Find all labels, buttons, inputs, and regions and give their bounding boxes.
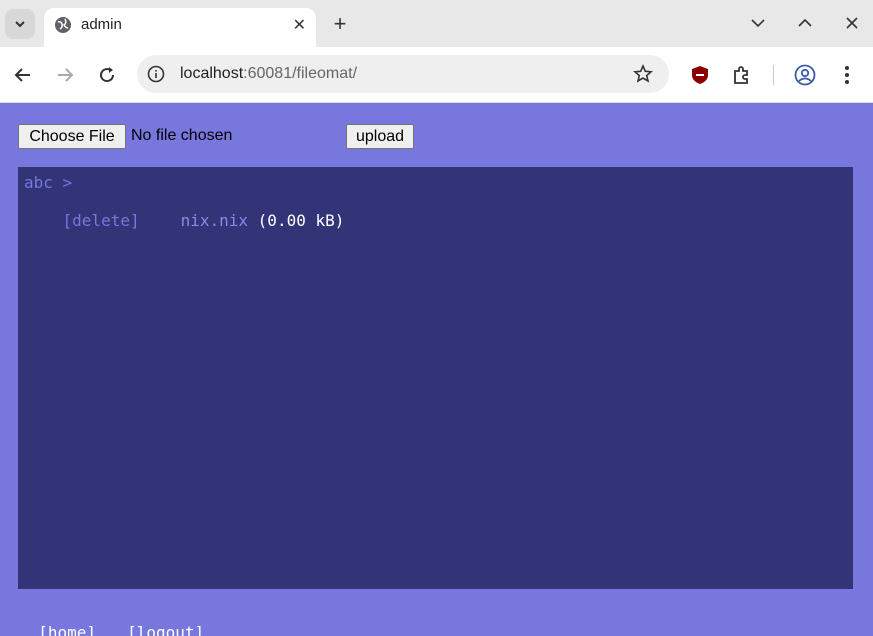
info-icon[interactable] <box>147 65 165 83</box>
close-icon[interactable]: ✕ <box>293 15 306 35</box>
logout-link[interactable]: [logout] <box>127 623 204 636</box>
url-text: localhost:60081/fileomat/ <box>180 65 358 82</box>
profile-icon[interactable] <box>794 64 816 86</box>
reload-icon[interactable] <box>95 63 119 87</box>
forward-icon[interactable] <box>53 63 77 87</box>
upload-button[interactable]: upload <box>346 124 414 149</box>
file-listing-panel: abc > [delete] nix.nix (0.00 kB) <box>18 167 853 589</box>
globe-icon <box>55 17 71 33</box>
tab-bar: admin ✕ + <box>0 0 873 47</box>
file-size: (0.00 kB) <box>257 211 345 230</box>
delete-link[interactable]: [delete] <box>63 211 140 230</box>
choose-file-button[interactable]: Choose File <box>18 124 126 149</box>
browser-toolbar: localhost:60081/fileomat/ <box>0 47 873 103</box>
file-status-text: No file chosen <box>131 127 233 144</box>
tab-search-button[interactable] <box>5 9 35 39</box>
close-window-icon[interactable] <box>840 11 864 35</box>
toolbar-divider <box>773 65 774 85</box>
star-icon[interactable] <box>633 64 653 84</box>
shield-extension-icon[interactable] <box>689 64 711 86</box>
menu-icon[interactable] <box>836 64 858 86</box>
list-item: [delete] nix.nix (0.00 kB) <box>24 192 345 249</box>
chevron-down-icon <box>15 21 25 28</box>
browser-tab[interactable]: admin ✕ <box>44 8 316 47</box>
home-link[interactable]: [home] <box>38 623 96 636</box>
address-bar[interactable]: localhost:60081/fileomat/ <box>137 55 669 93</box>
tab-title: admin <box>81 16 122 33</box>
minimize-icon[interactable] <box>746 11 770 35</box>
restore-icon[interactable] <box>793 11 817 35</box>
puzzle-icon[interactable] <box>731 64 753 86</box>
file-link[interactable]: nix.nix <box>181 211 248 230</box>
breadcrumb[interactable]: abc > <box>24 173 72 192</box>
plus-icon[interactable]: + <box>328 11 352 37</box>
footer-nav: [home] [logout] <box>19 604 204 636</box>
back-icon[interactable] <box>11 63 35 87</box>
